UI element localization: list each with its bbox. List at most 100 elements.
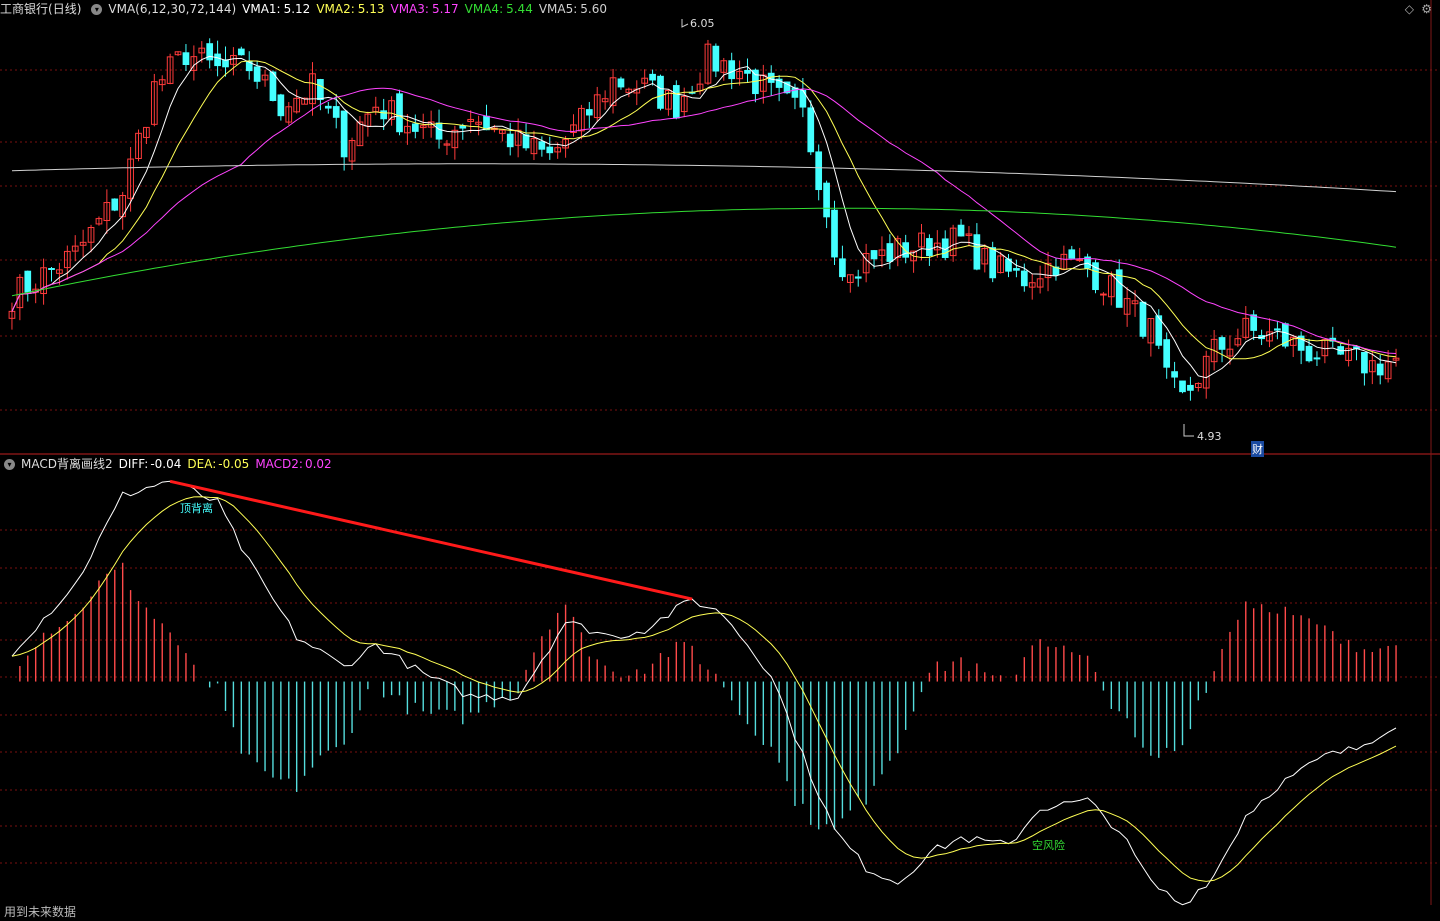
vma-value: 5.60 xyxy=(580,2,607,16)
candle-body xyxy=(48,268,55,271)
vma-label: VMA4: xyxy=(464,2,504,16)
candle-body xyxy=(870,250,878,260)
candle-body xyxy=(973,234,981,270)
macd-panel-header: ▾ MACD背离画线2 DIFF: -0.04 DEA: -0.05 MACD2: 0.02 xyxy=(0,455,338,473)
candle-body xyxy=(1076,259,1084,262)
candle-body xyxy=(340,110,348,158)
candle-body xyxy=(1361,351,1368,374)
candle-body xyxy=(744,69,751,74)
vma-label: VMA1: xyxy=(242,2,281,16)
candle-body xyxy=(506,133,514,148)
candle-body xyxy=(617,78,625,88)
price-panel-header: 工商银行(日线) ▾ VMA(6,12,30,72,144) VMA1: 5.12 VMA… xyxy=(0,0,619,18)
candle-body xyxy=(926,238,933,257)
chart-period: (日线) xyxy=(48,2,82,16)
candle-body xyxy=(546,146,554,154)
candle-body xyxy=(649,73,656,81)
risk-label: 空风险 xyxy=(1032,839,1065,852)
diff-value: -0.04 xyxy=(150,457,182,471)
diff-label: DIFF: xyxy=(118,457,149,471)
dea-label: DEA: xyxy=(187,457,217,471)
candle-body xyxy=(324,105,332,109)
candle-body xyxy=(657,75,664,109)
gear-icon[interactable]: ⚙ xyxy=(1421,0,1432,18)
vma-value: 5.12 xyxy=(283,2,311,16)
candle-body xyxy=(483,115,490,131)
candle-body xyxy=(672,85,680,119)
vma-legend: VMA1: 5.12 VMA2: 5.13 VMA3: 5.17 VMA4: 5.44 VMA5… xyxy=(242,2,613,16)
chevron-down-icon[interactable]: ▾ xyxy=(91,4,103,15)
ma-line-vma3 xyxy=(11,87,1397,354)
candle-body xyxy=(1250,314,1258,331)
macd2-value: 0.02 xyxy=(304,457,332,471)
ma-line-vma5 xyxy=(11,163,1397,193)
footer-note: 用到未来数据 xyxy=(4,905,77,919)
candle-body xyxy=(1139,301,1147,337)
diff-line xyxy=(11,480,1397,906)
candle-body xyxy=(1171,371,1178,378)
candle-body xyxy=(214,53,221,67)
candle-body xyxy=(902,242,910,258)
candle-body xyxy=(396,93,403,133)
candle-body xyxy=(411,123,419,132)
vma-legend-item: VMA2: 5.13 xyxy=(316,2,384,16)
candle-body xyxy=(317,79,324,101)
candle-body xyxy=(854,276,862,279)
vma-legend-item: VMA4: 5.44 xyxy=(465,2,533,16)
high-price-label: 6.05 xyxy=(690,17,715,30)
candle-body xyxy=(823,182,830,218)
candle-body xyxy=(712,45,720,72)
candle-body xyxy=(1218,337,1226,350)
candle-body xyxy=(807,107,815,153)
low-price-label: 4.93 xyxy=(1197,430,1222,443)
candle-body xyxy=(1305,345,1313,362)
vma-value: 5.44 xyxy=(506,2,533,16)
finance-badge[interactable]: 财 xyxy=(1251,441,1264,457)
candle-body xyxy=(269,71,277,101)
candle-body xyxy=(1187,384,1194,391)
candle-body xyxy=(815,151,823,191)
ma-line-vma1 xyxy=(11,55,1397,379)
macd-indicator-name[interactable]: MACD背离画线2 xyxy=(21,457,113,471)
vma-value: 5.13 xyxy=(357,2,385,16)
candle-body xyxy=(1179,380,1186,393)
candle-body xyxy=(111,198,119,211)
candle-body xyxy=(182,52,190,66)
candle-body xyxy=(1100,293,1107,296)
candle-body xyxy=(886,243,894,262)
candle-body xyxy=(538,141,546,150)
divergence-line xyxy=(169,479,693,601)
candle-body xyxy=(277,94,285,117)
dea-line xyxy=(11,496,1397,882)
candle-body xyxy=(1013,268,1020,271)
candle-body xyxy=(585,109,593,116)
candle-body xyxy=(1163,339,1171,368)
candle-body xyxy=(957,224,965,237)
vma-legend-item: VMA3: 5.17 xyxy=(390,2,458,16)
candle-body xyxy=(728,60,736,80)
candle-body xyxy=(253,66,261,82)
chevron-down-icon[interactable]: ▾ xyxy=(4,459,15,470)
candle-body xyxy=(459,125,467,129)
candle-body xyxy=(989,247,997,279)
candle-body xyxy=(1068,249,1076,259)
low-price-pointer xyxy=(1183,424,1194,437)
vma-label: VMA2: xyxy=(316,2,355,16)
candle-body xyxy=(237,48,245,56)
candle-body xyxy=(839,258,846,278)
candle-body xyxy=(1313,357,1321,360)
vma-value: 5.17 xyxy=(431,2,459,16)
candle-body xyxy=(435,122,443,140)
candle-body xyxy=(222,59,229,68)
vma-label: VMA5: xyxy=(538,2,578,16)
vma-legend-item: VMA1: 5.12 xyxy=(242,2,310,16)
vma-legend-item: VMA5: 5.60 xyxy=(539,2,607,16)
stock-name: 工商银行 xyxy=(0,2,49,16)
ma-line-vma4 xyxy=(11,207,1397,297)
candle-body xyxy=(1376,363,1384,376)
ma-line-vma2 xyxy=(11,60,1397,360)
diamond-icon[interactable]: ◇ xyxy=(1405,0,1414,18)
candle-body xyxy=(380,110,388,120)
candle-body xyxy=(522,134,530,149)
vma-indicator-name[interactable]: VMA(6,12,30,72,144) xyxy=(108,2,236,16)
